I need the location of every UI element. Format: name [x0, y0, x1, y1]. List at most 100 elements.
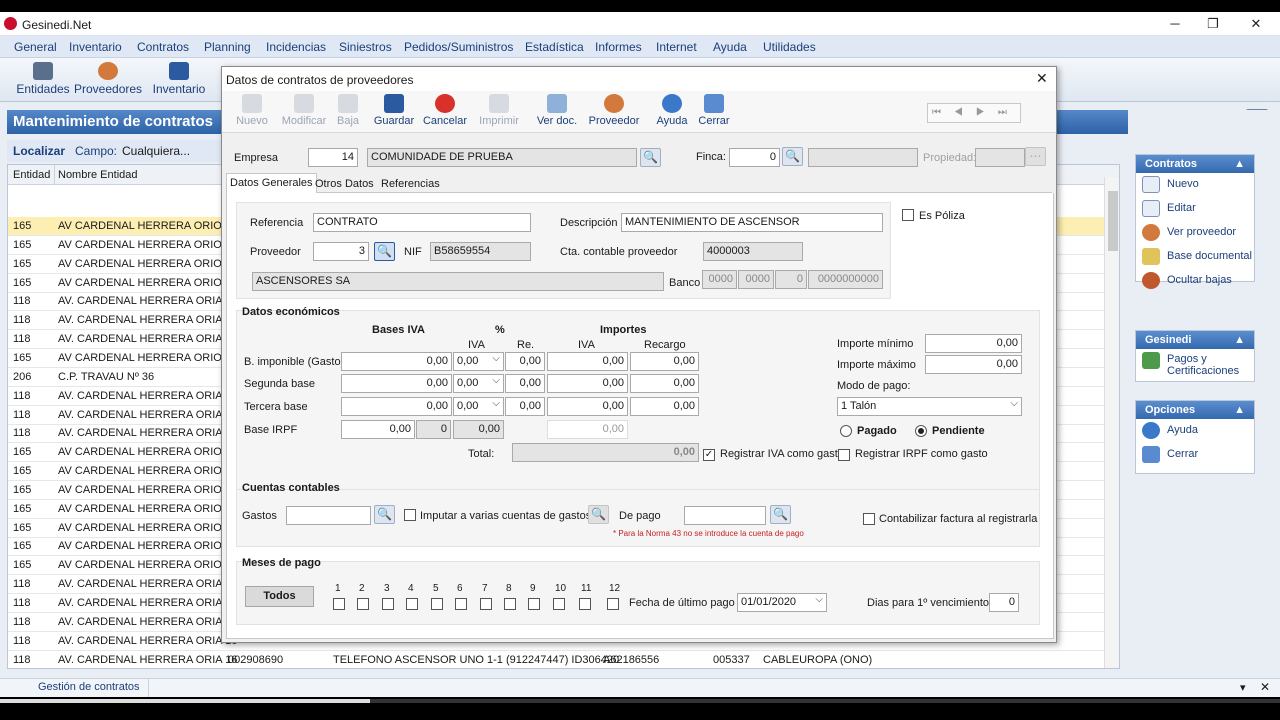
tab-referencias[interactable]: Referencias [381, 178, 440, 190]
pendiente-radio[interactable] [915, 425, 927, 437]
table-row[interactable]: 118 AV. CARDENAL HERRERA ORIA 16 002908690… [8, 651, 1104, 668]
imputar-checkbox[interactable] [404, 509, 416, 521]
month-checkbox[interactable] [553, 598, 565, 610]
re-input[interactable]: 0,00 [505, 352, 545, 371]
tab-datos-generales[interactable]: Datos Generales [226, 173, 317, 194]
segunda-base-input[interactable]: 0,00 [341, 374, 452, 393]
entidades-button[interactable]: Entidades [16, 60, 70, 100]
menu-internet[interactable]: Internet [656, 40, 697, 54]
es-poliza-checkbox[interactable] [902, 209, 914, 221]
empresa-search-button[interactable]: 🔍 [640, 148, 661, 167]
importe-maximo-input[interactable]: 0,00 [925, 355, 1022, 374]
proveedor-number-input[interactable]: 3 [313, 242, 369, 261]
todos-button[interactable]: Todos [245, 586, 314, 607]
re3-input[interactable]: 0,00 [505, 397, 545, 416]
modo-pago-select[interactable]: 1 Talón [837, 397, 1022, 416]
menu-estadistica[interactable]: Estadística [525, 40, 584, 54]
panel-gesinedi-header[interactable]: Gesinedi ▲ [1136, 331, 1254, 349]
nuevo-button[interactable]: Nuevo [1136, 173, 1254, 197]
inventario-button[interactable]: Inventario [150, 60, 208, 100]
editar-button[interactable]: Editar [1136, 197, 1254, 221]
month-checkbox[interactable] [480, 598, 492, 610]
scroll-thumb[interactable] [1108, 191, 1118, 251]
month-checkbox[interactable] [357, 598, 369, 610]
fecha-ultimo-pago-input[interactable]: 01/01/2020 [737, 593, 827, 612]
gastos-input[interactable] [286, 506, 371, 525]
month-checkbox[interactable] [607, 598, 619, 610]
iva2-select[interactable]: 0,00 [453, 374, 504, 393]
baja-button[interactable]: Baja [334, 93, 362, 127]
ocultar-bajas-button[interactable]: Ocultar bajas [1136, 269, 1254, 293]
pagos-certificaciones-button[interactable]: Pagos y Certificaciones [1136, 349, 1254, 381]
cerrar-button[interactable]: Cerrar [1136, 443, 1254, 467]
modificar-button[interactable]: Modificar [276, 93, 332, 127]
menu-informes[interactable]: Informes [595, 40, 642, 54]
de-pago-search-button[interactable]: 🔍 [770, 505, 791, 524]
irpf-base-input[interactable]: 0,00 [341, 420, 415, 439]
gastos-search-button[interactable]: 🔍 [374, 505, 395, 524]
iva-select[interactable]: 0,00 [453, 352, 504, 371]
recargo-field[interactable]: 0,00 [630, 352, 699, 371]
panel-opciones-header[interactable]: Opciones ▲ [1136, 401, 1254, 419]
menu-ayuda[interactable]: Ayuda [713, 40, 747, 54]
dialog-close-button[interactable]: ✕ [1036, 70, 1048, 87]
month-checkbox[interactable] [504, 598, 516, 610]
iva2-amount-field[interactable]: 0,00 [547, 374, 628, 393]
tab-gestion-contratos[interactable]: Gestión de contratos [30, 679, 149, 697]
month-checkbox[interactable] [579, 598, 591, 610]
col-entidad[interactable]: Entidad [13, 169, 50, 181]
pagado-radio[interactable] [840, 425, 852, 437]
re2-input[interactable]: 0,00 [505, 374, 545, 393]
menu-inventario[interactable]: Inventario [69, 40, 122, 54]
menu-utilidades[interactable]: Utilidades [763, 40, 816, 54]
iva-amount-field[interactable]: 0,00 [547, 352, 628, 371]
propiedad-search-button[interactable]: ⋯ [1025, 147, 1046, 166]
importe-minimo-input[interactable]: 0,00 [925, 334, 1022, 353]
menu-siniestros[interactable]: Siniestros [339, 40, 392, 54]
month-checkbox[interactable] [431, 598, 443, 610]
nuevo-button[interactable]: Nuevo [232, 93, 272, 127]
iva3-amount-field[interactable]: 0,00 [547, 397, 628, 416]
ver-proveedor-button[interactable]: Ver proveedor [1136, 221, 1254, 245]
table-scrollbar[interactable] [1104, 177, 1119, 668]
month-checkbox[interactable] [528, 598, 540, 610]
minimize-button[interactable]: ─ [1160, 15, 1190, 33]
close-window-button[interactable]: ✕ [1241, 15, 1271, 33]
menu-contratos[interactable]: Contratos [137, 40, 189, 54]
menu-incidencias[interactable]: Incidencias [266, 40, 326, 54]
close-tab-icon[interactable]: ✕ [1260, 680, 1270, 694]
month-checkbox[interactable] [333, 598, 345, 610]
empresa-number-input[interactable]: 14 [308, 148, 358, 167]
chevron-down-icon[interactable]: ▾ [1240, 681, 1246, 694]
registrar-iva-checkbox[interactable]: ✓ [703, 449, 715, 461]
de-pago-input[interactable] [684, 506, 766, 525]
recargo3-field[interactable]: 0,00 [630, 397, 699, 416]
contabilizar-checkbox[interactable] [863, 513, 875, 525]
menu-pedidos[interactable]: Pedidos/Suministros [404, 40, 513, 54]
panel-contratos-header[interactable]: Contratos ▲ [1136, 155, 1254, 173]
tercera-base-input[interactable]: 0,00 [341, 397, 452, 416]
col-nombre-entidad[interactable]: Nombre Entidad [58, 169, 138, 181]
month-checkbox[interactable] [406, 598, 418, 610]
registrar-irpf-checkbox[interactable] [838, 449, 850, 461]
base-imponible-input[interactable]: 0,00 [341, 352, 452, 371]
finca-number-input[interactable]: 0 [729, 148, 780, 167]
cerrar-button[interactable]: Cerrar [696, 93, 732, 127]
referencia-input[interactable]: CONTRATO [313, 213, 531, 232]
proveedores-button[interactable]: Proveedores [74, 60, 142, 100]
recargo2-field[interactable]: 0,00 [630, 374, 699, 393]
descripcion-input[interactable]: MANTENIMIENTO DE ASCENSOR [621, 213, 883, 232]
iva3-select[interactable]: 0,00 [453, 397, 504, 416]
campo-select[interactable]: Cualquiera... [122, 144, 190, 158]
imputar-search-button[interactable]: 🔍 [588, 505, 609, 524]
month-checkbox[interactable] [455, 598, 467, 610]
proveedor-search-button[interactable]: 🔍 [374, 242, 395, 261]
base-documental-button[interactable]: Base documental [1136, 245, 1254, 269]
restore-button[interactable]: ❐ [1198, 15, 1228, 33]
tab-otros-datos[interactable]: Otros Datos [315, 178, 374, 190]
proveedor-button[interactable]: Proveedor [588, 93, 640, 127]
imprimir-button[interactable]: Imprimir [476, 93, 522, 127]
ver-doc-button[interactable]: Ver doc. [536, 93, 578, 127]
menu-general[interactable]: General [14, 40, 57, 54]
guardar-button[interactable]: Guardar [372, 93, 416, 127]
